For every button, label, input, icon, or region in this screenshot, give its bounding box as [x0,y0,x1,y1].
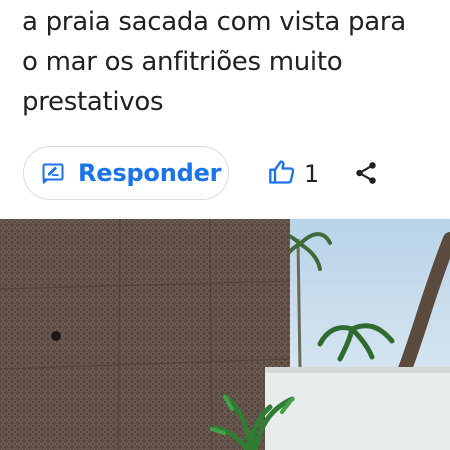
review-line: prestativos [22,87,164,117]
review-text: a praia sacada com vista para o mar os a… [22,2,442,122]
reply-label: Responder [78,159,222,187]
review-line: a praia sacada com vista para [22,7,406,37]
like-count: 1 [304,160,320,188]
review-actions: Responder 1 [0,146,450,202]
reply-edit-icon [40,160,66,186]
review-photo[interactable] [0,219,450,450]
review-line: o mar os anfitriões muito [22,47,343,77]
thumbs-up-icon [268,158,296,191]
like-button[interactable]: 1 [268,158,319,190]
reply-button[interactable]: Responder [23,146,229,200]
share-icon [353,162,379,190]
photo-scene [0,219,450,450]
share-button[interactable] [353,160,379,186]
